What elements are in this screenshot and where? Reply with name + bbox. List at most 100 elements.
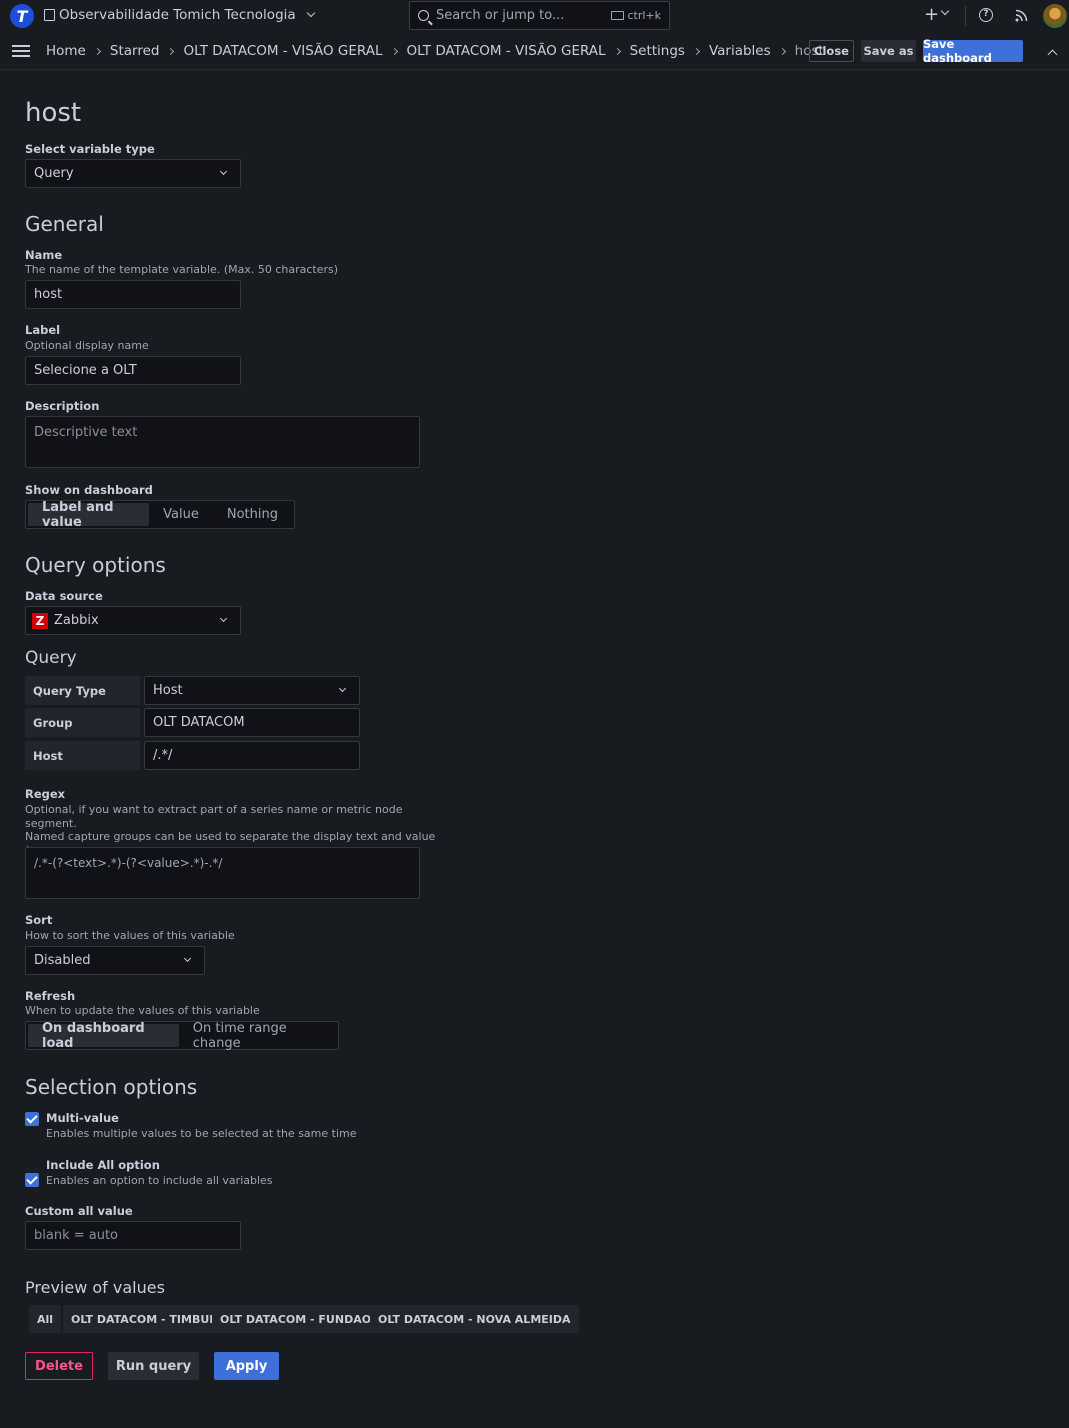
data-source-value: Zabbix — [54, 613, 99, 628]
search-icon — [418, 10, 429, 21]
grafana-logo-icon[interactable]: T — [10, 4, 34, 28]
multi-value-description: Enables multiple values to be selected a… — [46, 1127, 357, 1140]
keyboard-shortcut: ctrl+k — [611, 9, 661, 22]
chevron-down-icon — [183, 954, 192, 963]
sort-value: Disabled — [34, 953, 91, 968]
close-button[interactable]: Close — [809, 40, 854, 62]
sort-label: Sort — [25, 913, 53, 927]
include-all-label[interactable]: Include All option — [46, 1158, 160, 1172]
chevron-right-icon — [778, 47, 786, 55]
option-on-time-range-change[interactable]: On time range change — [179, 1021, 336, 1051]
refresh-radio: On dashboard load On time range change — [25, 1021, 339, 1051]
group-label: Group — [25, 708, 140, 737]
preview-heading: Preview of values — [25, 1278, 165, 1297]
name-label: Name — [25, 248, 63, 262]
refresh-label: Refresh — [25, 989, 76, 1003]
delete-button[interactable]: Delete — [25, 1352, 93, 1380]
chevron-right-icon — [692, 47, 700, 55]
query-type-select[interactable]: Host — [144, 676, 360, 705]
preview-value: OLT DATACOM - NOVA ALMEIDA — [370, 1305, 579, 1333]
host-input[interactable]: /.*/ — [144, 741, 360, 770]
building-icon — [44, 9, 55, 21]
variable-type-value: Query — [34, 166, 74, 181]
regex-label: Regex — [25, 787, 66, 801]
data-source-select[interactable]: Z Zabbix — [25, 606, 241, 635]
breadcrumb-home[interactable]: Home — [46, 43, 86, 59]
option-nothing[interactable]: Nothing — [213, 503, 292, 526]
query-heading: Query — [25, 648, 77, 668]
include-all-description: Enables an option to include all variabl… — [46, 1174, 273, 1187]
query-type-label: Query Type — [25, 676, 140, 705]
preview-value: OLT DATACOM - FUNDAO — [212, 1305, 380, 1333]
description-label: Description — [25, 399, 100, 413]
page-title: host — [25, 98, 82, 128]
breadcrumb-settings[interactable]: Settings — [630, 43, 685, 59]
keyboard-icon — [611, 11, 625, 20]
variable-type-label: Select variable type — [25, 142, 155, 156]
chevron-down-icon — [219, 167, 228, 176]
chevron-down-icon — [338, 684, 347, 693]
search-placeholder: Search or jump to... — [436, 8, 565, 23]
chevron-down-icon[interactable] — [940, 6, 950, 16]
regex-desc-line1: Optional, if you want to extract part of… — [25, 803, 403, 830]
org-name: Observabilidade Tomich Tecnologia — [59, 7, 296, 23]
help-icon[interactable]: ? — [979, 8, 993, 22]
chevron-right-icon — [390, 47, 398, 55]
refresh-description: When to update the values of this variab… — [25, 1004, 260, 1017]
variable-type-select[interactable]: Query — [25, 159, 241, 188]
option-label-and-value[interactable]: Label and value — [28, 500, 150, 530]
description-textarea[interactable]: Descriptive text — [25, 416, 420, 468]
breadcrumb-starred[interactable]: Starred — [110, 43, 160, 59]
chevron-right-icon — [167, 47, 175, 55]
preview-value-all: All — [29, 1305, 62, 1333]
search-bar[interactable]: Search or jump to... ctrl+k — [409, 1, 670, 30]
label-label: Label — [25, 323, 61, 337]
query-options-heading: Query options — [25, 553, 166, 577]
group-input[interactable]: OLT DATACOM — [144, 708, 360, 737]
run-query-button[interactable]: Run query — [108, 1352, 199, 1380]
label-description: Optional display name — [25, 339, 149, 352]
data-source-label: Data source — [25, 589, 103, 603]
host-label: Host — [25, 741, 140, 770]
selection-options-heading: Selection options — [25, 1075, 198, 1099]
sort-select[interactable]: Disabled — [25, 946, 205, 975]
chevron-right-icon — [613, 47, 621, 55]
top-bar: T Observabilidade Tomich Tecnologia Sear… — [0, 0, 1069, 32]
preview-value: OLT DATACOM - TIMBUI — [63, 1305, 222, 1333]
include-all-checkbox[interactable] — [25, 1173, 39, 1187]
user-avatar[interactable] — [1043, 4, 1067, 28]
sort-description: How to sort the values of this variable — [25, 929, 235, 942]
chevron-down-icon — [306, 8, 315, 18]
chevron-down-icon — [219, 614, 228, 623]
breadcrumb-dashboard[interactable]: OLT DATACOM - VISÃO GERAL — [407, 43, 606, 59]
multi-value-checkbox[interactable] — [25, 1112, 39, 1126]
option-value[interactable]: Value — [149, 503, 213, 526]
custom-all-input[interactable]: blank = auto — [25, 1221, 241, 1250]
general-heading: General — [25, 212, 104, 236]
name-input[interactable]: host — [25, 280, 241, 309]
show-on-dashboard-radio: Label and value Value Nothing — [25, 500, 295, 530]
save-dashboard-button[interactable]: Save dashboard — [923, 37, 1023, 65]
custom-all-label: Custom all value — [25, 1204, 133, 1218]
divider — [965, 6, 966, 26]
label-input[interactable]: Selecione a OLT — [25, 356, 241, 385]
regex-textarea[interactable]: /.*-(?<text>.*)-(?<value>.*)-.*/ — [25, 847, 420, 899]
zabbix-icon: Z — [32, 612, 48, 629]
breadcrumb: Home Starred OLT DATACOM - VISÃO GERAL O… — [46, 43, 824, 59]
save-as-button[interactable]: Save as — [861, 40, 916, 62]
apply-button[interactable]: Apply — [214, 1352, 279, 1380]
show-on-dashboard-label: Show on dashboard — [25, 483, 153, 497]
chevron-right-icon — [93, 47, 101, 55]
query-type-value: Host — [153, 683, 183, 698]
org-switcher[interactable]: Observabilidade Tomich Tecnologia — [44, 7, 315, 23]
name-description: The name of the template variable. (Max.… — [25, 263, 339, 276]
news-feed-icon[interactable] — [1015, 9, 1028, 22]
menu-icon[interactable] — [12, 45, 30, 57]
multi-value-label[interactable]: Multi-value — [46, 1111, 119, 1125]
option-on-dashboard-load[interactable]: On dashboard load — [28, 1021, 179, 1051]
add-new-button[interactable]: + — [924, 6, 939, 24]
breadcrumb-folder[interactable]: OLT DATACOM - VISÃO GERAL — [183, 43, 382, 59]
logo-letter: T — [16, 6, 28, 26]
shortcut-text: ctrl+k — [627, 9, 661, 22]
breadcrumb-variables[interactable]: Variables — [709, 43, 771, 59]
